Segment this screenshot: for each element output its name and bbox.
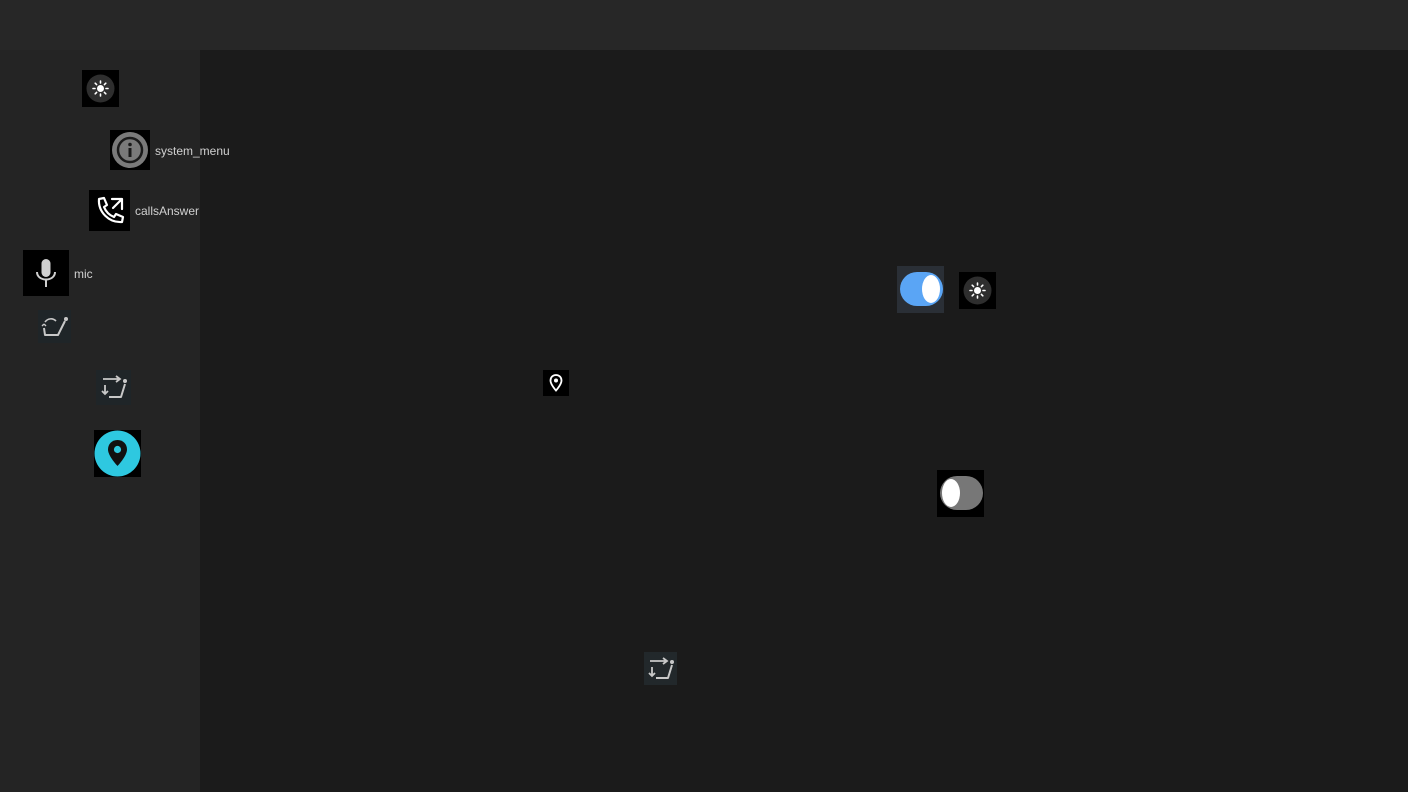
brightness-icon [963, 276, 992, 305]
system-menu-button[interactable] [110, 130, 150, 170]
top-bar [0, 0, 1408, 50]
seat-adjust-icon [101, 375, 127, 398]
brightness-button[interactable] [82, 70, 119, 107]
mic-icon [36, 259, 56, 287]
brightness-button-main[interactable] [959, 272, 996, 309]
sidebar [0, 50, 200, 792]
location-pin-icon [94, 430, 141, 477]
location-pin-button[interactable] [543, 370, 569, 396]
toggle-switch-on-icon [900, 272, 943, 306]
toggle-off[interactable] [937, 470, 984, 517]
calls-answer-button[interactable] [89, 190, 130, 231]
brightness-icon [86, 74, 115, 103]
mic-button[interactable] [23, 250, 69, 296]
seat-recline-button[interactable] [38, 310, 71, 343]
mic-label: mic [74, 267, 93, 281]
seat-adjust-button[interactable] [96, 370, 131, 405]
seat-adjust-icon [648, 657, 674, 679]
system-menu-label: system_menu [155, 144, 230, 158]
calls-answer-label: callsAnswer [135, 204, 200, 218]
info-icon [112, 132, 148, 168]
location-button[interactable] [94, 430, 141, 477]
toggle-switch-off-icon [940, 476, 983, 510]
phone-answer-icon [97, 196, 125, 224]
main-canvas [200, 50, 1408, 792]
seat-adjust-button-main[interactable] [644, 652, 677, 685]
location-pin-icon [549, 374, 563, 392]
seat-recline-icon [41, 317, 68, 336]
toggle-on[interactable] [897, 266, 944, 313]
